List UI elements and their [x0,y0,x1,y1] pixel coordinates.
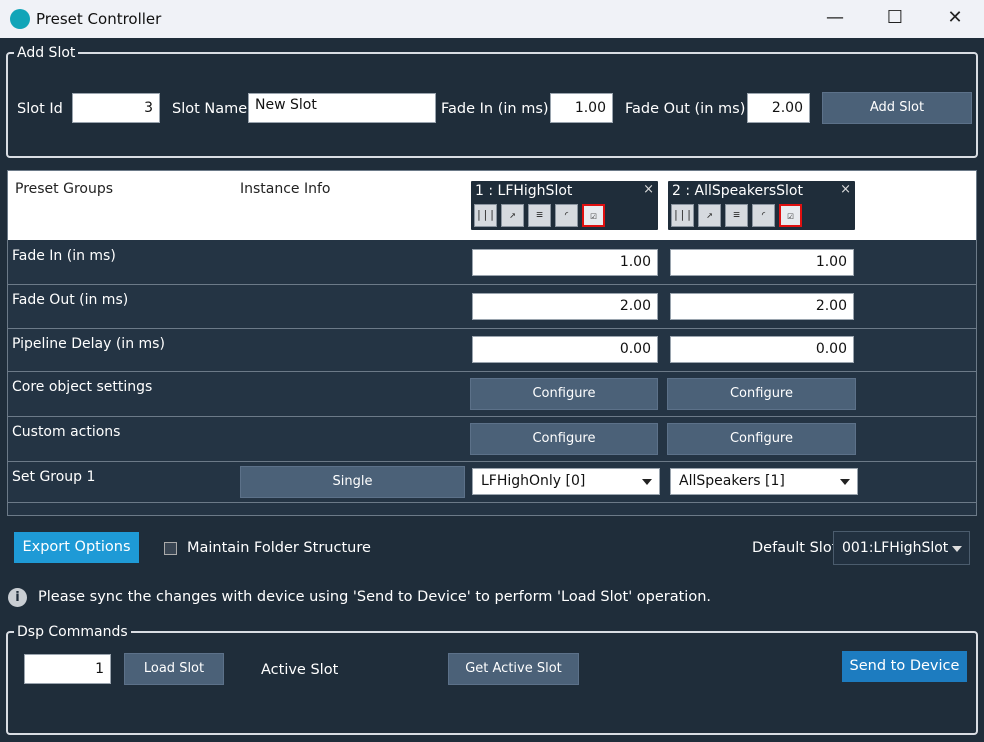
slot-1-custom-configure-button[interactable]: Configure [470,423,658,455]
route-arrow-icon[interactable]: ↗ [698,204,721,227]
default-slot-value: 001:LFHighSlot [842,540,949,556]
apply-preset-icon[interactable]: ☑ [779,204,802,227]
core-object-row-label: Core object settings [12,379,153,395]
maintain-folder-checkbox[interactable] [164,542,177,555]
instance-info-header: Instance Info [240,181,331,197]
maintain-folder-label: Maintain Folder Structure [187,540,371,556]
slot-2-group-select[interactable]: AllSpeakers [1] [670,468,858,495]
dsp-commands-legend: Dsp Commands [14,623,131,641]
fade-in-row-label: Fade In (in ms) [12,248,116,264]
get-active-slot-button[interactable]: Get Active Slot [448,653,579,685]
fade-out-label: Fade Out (in ms) [625,101,746,117]
row-divider [8,502,976,503]
send-to-device-button[interactable]: Send to Device [842,651,967,682]
slot-title: 2 : AllSpeakersSlot [672,183,803,199]
group-mode-single-button[interactable]: Single [240,466,465,498]
row-divider [8,416,976,417]
slot-card-1: 1 : LFHighSlot × ||| ↗ ≡ ◜ ☑ [471,181,658,230]
slot-id-label: Slot Id [17,101,63,117]
minimize-button[interactable]: — [810,0,860,38]
slot-name-field[interactable]: New Slot [248,93,436,123]
slot-card-2: 2 : AllSpeakersSlot × ||| ↗ ≡ ◜ ☑ [668,181,855,230]
add-slot-button[interactable]: Add Slot [822,92,972,124]
fade-in-field[interactable]: 1.00 [550,93,613,123]
app-logo-icon [10,9,30,29]
maximize-button[interactable]: ☐ [870,0,920,38]
slot-close-icon[interactable]: × [840,182,851,197]
export-options-button[interactable]: Export Options [14,532,139,563]
slot-1-group-value: LFHighOnly [0] [481,473,586,489]
slot-2-fade-in-field[interactable]: 1.00 [670,249,854,276]
chevron-down-icon [952,546,962,552]
apply-preset-icon[interactable]: ☑ [582,204,605,227]
slot-1-core-configure-button[interactable]: Configure [470,378,658,410]
slot-title: 1 : LFHighSlot [475,183,573,199]
row-divider [8,461,976,462]
fade-out-field[interactable]: 2.00 [747,93,810,123]
slot-2-custom-configure-button[interactable]: Configure [667,423,856,455]
row-divider [8,371,976,372]
route-arrow-icon[interactable]: ↗ [501,204,524,227]
filter-curve-icon[interactable]: ◜ [752,204,775,227]
dsp-slot-field[interactable]: 1 [24,654,111,684]
slot-2-core-configure-button[interactable]: Configure [667,378,856,410]
row-divider [8,328,976,329]
fade-out-row-label: Fade Out (in ms) [12,292,129,308]
mixer-sliders-icon[interactable]: ||| [474,204,497,227]
info-icon: i [8,588,27,607]
filter-curve-icon[interactable]: ◜ [555,204,578,227]
eq-bars-icon[interactable]: ≡ [725,204,748,227]
pipeline-delay-row-label: Pipeline Delay (in ms) [12,336,165,352]
row-divider [8,284,976,285]
chevron-down-icon [642,479,652,485]
slot-name-label: Slot Name [172,101,248,117]
slot-1-fade-in-field[interactable]: 1.00 [472,249,658,276]
preset-groups-header: Preset Groups [15,181,114,197]
fade-in-label: Fade In (in ms) [441,101,549,117]
slot-2-pipeline-delay-field[interactable]: 0.00 [670,336,854,363]
default-slot-select[interactable]: 001:LFHighSlot [833,531,970,565]
slot-1-pipeline-delay-field[interactable]: 0.00 [472,336,658,363]
slot-1-fade-out-field[interactable]: 2.00 [472,293,658,320]
load-slot-button[interactable]: Load Slot [124,653,224,685]
window-title: Preset Controller [36,10,162,28]
eq-bars-icon[interactable]: ≡ [528,204,551,227]
slot-close-icon[interactable]: × [643,182,654,197]
close-button[interactable]: ✕ [930,0,980,38]
preset-grid: Preset Groups Instance Info 1 : LFHighSl… [7,170,977,516]
slot-id-field[interactable]: 3 [72,93,160,123]
mixer-sliders-icon[interactable]: ||| [671,204,694,227]
default-slot-label: Default Slot [752,540,838,556]
slot-1-group-select[interactable]: LFHighOnly [0] [472,468,660,495]
sync-info-message: Please sync the changes with device usin… [38,589,712,605]
slot-2-fade-out-field[interactable]: 2.00 [670,293,854,320]
title-bar: Preset Controller — ☐ ✕ [0,0,984,38]
add-slot-legend: Add Slot [14,44,79,62]
slot-2-group-value: AllSpeakers [1] [679,473,785,489]
active-slot-label: Active Slot [261,662,339,678]
custom-actions-row-label: Custom actions [12,424,121,440]
grid-header: Preset Groups Instance Info 1 : LFHighSl… [8,171,976,240]
set-group-row-label: Set Group 1 [12,469,96,485]
chevron-down-icon [840,479,850,485]
